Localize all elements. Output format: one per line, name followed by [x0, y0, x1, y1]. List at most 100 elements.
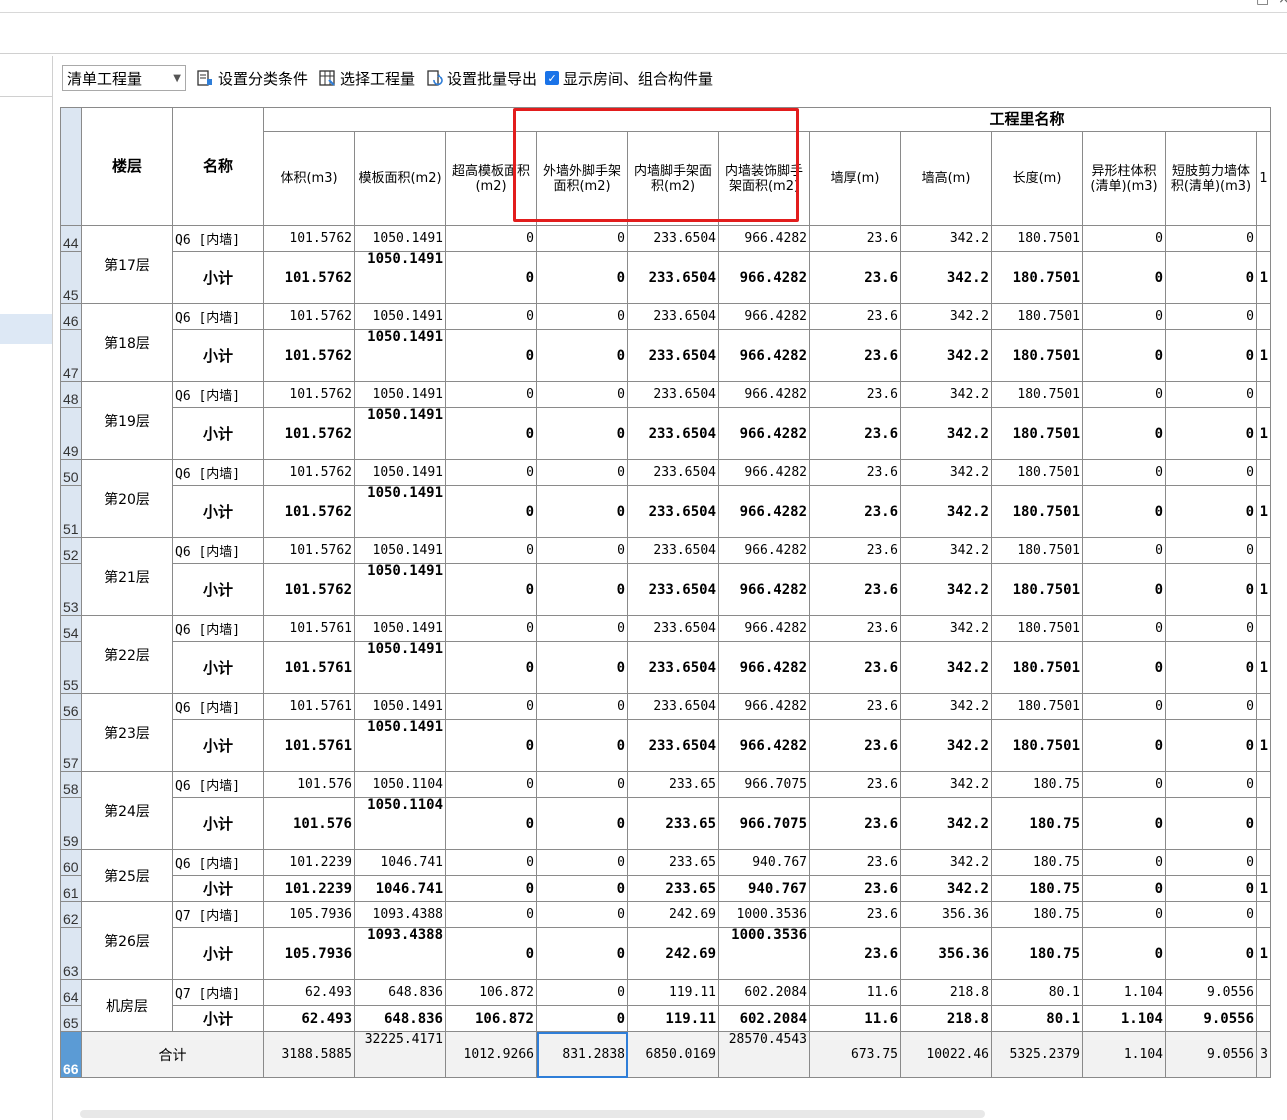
value-cell[interactable]: 180.7501: [991, 329, 1083, 382]
subtotal-label[interactable]: 小计: [172, 407, 264, 460]
floor-name-cell[interactable]: 第22层: [81, 615, 173, 694]
set-conditions-button[interactable]: 设置分类条件: [196, 68, 308, 89]
value-cell[interactable]: 23.6: [809, 641, 901, 694]
value-cell[interactable]: 342.2: [900, 797, 992, 850]
table-row[interactable]: 52 第21层 Q6 [内墙] 101.5762 1050.1491 0 0 233.6504…: [60, 537, 1271, 616]
value-cell[interactable]: 0: [445, 381, 537, 408]
value-cell[interactable]: 0: [1165, 771, 1257, 798]
value-cell[interactable]: 0: [1082, 641, 1166, 694]
value-cell[interactable]: 23.6: [809, 537, 901, 564]
value-cell[interactable]: 0: [536, 719, 628, 772]
value-cell[interactable]: 602.2084: [718, 1005, 810, 1032]
value-cell[interactable]: 966.4282: [718, 251, 810, 304]
subtotal-label[interactable]: 小计: [172, 875, 264, 902]
value-cell[interactable]: 0: [536, 225, 628, 252]
value-cell[interactable]: 0: [445, 485, 537, 538]
value-cell[interactable]: 23.6: [809, 901, 901, 928]
subtotal-row[interactable]: 47 小计 101.5762 1050.1491 0 0 233.6504 966.4282 2…: [60, 329, 1271, 382]
value-cell[interactable]: 966.4282: [718, 381, 810, 408]
col-header-floor[interactable]: 楼层: [81, 107, 173, 226]
close-icon[interactable]: ×: [1278, 0, 1287, 6]
value-cell[interactable]: 0: [536, 797, 628, 850]
value-cell[interactable]: 1050.1491: [354, 459, 446, 486]
value-cell[interactable]: 180.75: [991, 927, 1083, 980]
row-number[interactable]: 46: [60, 303, 82, 330]
value-cell[interactable]: 180.7501: [991, 251, 1083, 304]
value-cell[interactable]: 180.7501: [991, 641, 1083, 694]
subtotal-label[interactable]: 小计: [172, 251, 264, 304]
value-cell[interactable]: 0: [536, 485, 628, 538]
row-number[interactable]: 52: [60, 537, 82, 564]
value-cell[interactable]: 23.6: [809, 485, 901, 538]
value-cell[interactable]: 602.2084: [718, 979, 810, 1006]
value-cell[interactable]: 180.75: [991, 797, 1083, 850]
total-value-cell[interactable]: 673.75: [809, 1031, 901, 1078]
value-cell[interactable]: 11.6: [809, 979, 901, 1006]
value-cell[interactable]: 0: [1082, 485, 1166, 538]
value-cell[interactable]: [1256, 797, 1271, 850]
value-cell[interactable]: 0: [536, 537, 628, 564]
batch-export-button[interactable]: 设置批量导出: [425, 68, 537, 89]
total-value-cell[interactable]: 1012.9266: [445, 1031, 537, 1078]
value-cell[interactable]: 0: [1165, 875, 1257, 902]
floor-name-cell[interactable]: 第24层: [81, 771, 173, 850]
value-cell[interactable]: 1050.1491: [354, 329, 446, 382]
value-cell[interactable]: 233.6504: [627, 225, 719, 252]
value-cell[interactable]: 1093.4388: [354, 901, 446, 928]
col-header-wall-thickness[interactable]: 墙厚(m): [809, 131, 901, 226]
value-cell[interactable]: 0: [536, 901, 628, 928]
floor-name-cell[interactable]: 第19层: [81, 381, 173, 460]
table-row[interactable]: 50 第20层 Q6 [内墙] 101.5762 1050.1491 0 0 233.6504…: [60, 459, 1271, 538]
subtotal-label[interactable]: 小计: [172, 563, 264, 616]
value-cell[interactable]: 966.4282: [718, 537, 810, 564]
value-cell[interactable]: 180.75: [991, 771, 1083, 798]
value-cell[interactable]: 233.65: [627, 849, 719, 876]
value-cell[interactable]: 9.0556: [1165, 1005, 1257, 1032]
row-number[interactable]: 51: [60, 485, 82, 538]
floor-name-cell[interactable]: 第25层: [81, 849, 173, 902]
value-cell[interactable]: 1046.741: [354, 875, 446, 902]
horizontal-scrollbar[interactable]: [80, 1110, 985, 1118]
value-cell[interactable]: 242.69: [627, 901, 719, 928]
value-cell[interactable]: 0: [445, 225, 537, 252]
value-cell[interactable]: 648.836: [354, 1005, 446, 1032]
value-cell[interactable]: 0: [1082, 875, 1166, 902]
total-value-cell[interactable]: 3: [1256, 1031, 1271, 1078]
row-number[interactable]: 59: [60, 797, 82, 850]
value-cell[interactable]: 23.6: [809, 407, 901, 460]
value-cell[interactable]: 1050.1491: [354, 381, 446, 408]
value-cell[interactable]: 966.4282: [718, 459, 810, 486]
value-cell[interactable]: 0: [536, 329, 628, 382]
value-cell[interactable]: 342.2: [900, 303, 992, 330]
value-cell[interactable]: 233.6504: [627, 407, 719, 460]
value-cell[interactable]: 0: [445, 459, 537, 486]
value-cell[interactable]: 0: [1082, 459, 1166, 486]
row-number[interactable]: 61: [60, 875, 82, 902]
value-cell[interactable]: [1256, 381, 1271, 408]
value-cell[interactable]: 0: [536, 849, 628, 876]
value-cell[interactable]: 0: [1082, 693, 1166, 720]
value-cell[interactable]: 1: [1256, 927, 1271, 980]
value-cell[interactable]: 101.2239: [263, 875, 355, 902]
total-value-cell[interactable]: 32225.4171: [354, 1031, 446, 1078]
value-cell[interactable]: 966.4282: [718, 485, 810, 538]
value-cell[interactable]: 1050.1491: [354, 251, 446, 304]
value-cell[interactable]: 233.65: [627, 771, 719, 798]
col-header-formwork-area[interactable]: 模板面积(m2): [354, 131, 446, 226]
value-cell[interactable]: 1.104: [1082, 1005, 1166, 1032]
total-value-cell[interactable]: 1.104: [1082, 1031, 1166, 1078]
table-row[interactable]: 46 第18层 Q6 [内墙] 101.5762 1050.1491 0 0 233.6504…: [60, 303, 1271, 382]
value-cell[interactable]: 101.576: [263, 771, 355, 798]
value-cell[interactable]: 1000.3536: [718, 901, 810, 928]
value-cell[interactable]: 0: [1165, 693, 1257, 720]
value-cell[interactable]: 0: [1165, 849, 1257, 876]
col-header-short-shear-wall-volume[interactable]: 短肢剪力墙体积(清单)(m3): [1165, 131, 1257, 226]
value-cell[interactable]: 342.2: [900, 251, 992, 304]
table-row[interactable]: 58 第24层 Q6 [内墙] 101.576 1050.1104 0 0 233.65 966…: [60, 771, 1271, 850]
row-number[interactable]: 47: [60, 329, 82, 382]
subtotal-row[interactable]: 61 小计 101.2239 1046.741 0 0 233.65 940.767 23.6 3…: [60, 875, 1271, 902]
value-cell[interactable]: 1: [1256, 251, 1271, 304]
floor-name-cell[interactable]: 第20层: [81, 459, 173, 538]
value-cell[interactable]: 62.493: [263, 979, 355, 1006]
value-cell[interactable]: 180.7501: [991, 615, 1083, 642]
